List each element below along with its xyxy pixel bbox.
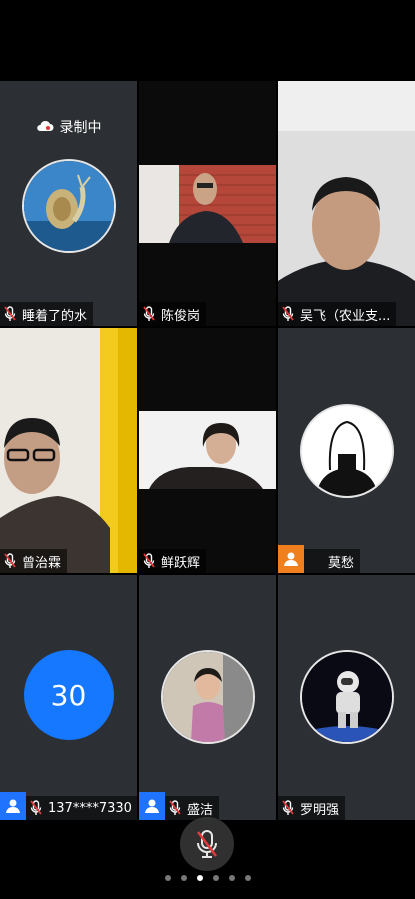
mic-muted-icon bbox=[282, 306, 294, 321]
participant-tile-5[interactable]: 鲜跃辉 bbox=[139, 328, 276, 573]
participant-name: 罗明强 bbox=[300, 802, 340, 818]
recording-indicator: 录制中 bbox=[0, 117, 137, 137]
mic-muted-icon bbox=[143, 306, 155, 321]
page-indicator bbox=[0, 875, 415, 881]
participant-name-tag: 137****7330 bbox=[26, 796, 137, 820]
host-badge bbox=[139, 792, 165, 820]
participant-name-tag: 曾治霖 bbox=[0, 549, 68, 573]
avatar-initials: 30 bbox=[50, 678, 87, 712]
mic-muted-icon bbox=[30, 800, 42, 815]
participant-name-tag: 睡着了的水 bbox=[0, 302, 94, 326]
host-badge bbox=[278, 545, 304, 573]
video-feed bbox=[139, 411, 276, 489]
video-feed bbox=[0, 328, 137, 573]
recording-label: 录制中 bbox=[59, 120, 102, 136]
video-feed bbox=[278, 81, 415, 326]
participant-tile-8[interactable]: 盛洁 bbox=[139, 575, 276, 820]
mic-muted-icon bbox=[197, 830, 217, 858]
participant-name: 137****7330 bbox=[48, 800, 132, 816]
avatar bbox=[160, 650, 255, 744]
participant-name: 鲜跃辉 bbox=[161, 555, 201, 571]
mute-toggle-button[interactable] bbox=[180, 817, 234, 871]
mic-muted-icon bbox=[4, 553, 16, 568]
cloud-icon bbox=[36, 120, 54, 136]
participant-name-tag: 莫愁 bbox=[304, 549, 361, 573]
snail-avatar-image bbox=[23, 161, 114, 251]
page-dot[interactable] bbox=[212, 875, 219, 881]
participant-name: 曾治霖 bbox=[22, 555, 62, 571]
host-badge bbox=[0, 792, 26, 820]
user-icon bbox=[6, 799, 20, 813]
avatar bbox=[299, 650, 394, 744]
mic-muted-icon bbox=[143, 553, 155, 568]
page-dot[interactable] bbox=[244, 875, 251, 881]
participant-tile-7[interactable]: 30 137****7330 bbox=[0, 575, 137, 820]
participant-tile-9[interactable]: 罗明强 bbox=[278, 575, 415, 820]
page-dot[interactable] bbox=[180, 875, 187, 881]
video-feed bbox=[139, 165, 276, 243]
mic-muted-icon bbox=[4, 306, 16, 321]
mic-muted-icon bbox=[169, 800, 181, 815]
astronaut-avatar-image bbox=[301, 652, 392, 742]
participant-name-tag: 吴飞（农业支... bbox=[278, 302, 397, 326]
participant-name: 吴飞（农业支... bbox=[300, 308, 391, 324]
page-dot[interactable] bbox=[228, 875, 235, 881]
page-dot-active[interactable] bbox=[196, 875, 203, 881]
participant-name: 睡着了的水 bbox=[22, 308, 88, 324]
avatar: 30 bbox=[23, 650, 114, 740]
participant-tile-4[interactable]: 曾治霖 bbox=[0, 328, 137, 573]
participant-name: 莫愁 bbox=[328, 555, 355, 571]
participant-tile-3[interactable]: 吴飞（农业支... bbox=[278, 81, 415, 326]
participant-tile-6[interactable]: 莫愁 bbox=[278, 328, 415, 573]
participant-tile-1[interactable]: 录制中 睡着了的水 bbox=[0, 81, 137, 326]
user-icon bbox=[284, 552, 298, 566]
participant-tile-2[interactable]: 陈俊岗 bbox=[139, 81, 276, 326]
participant-name: 陈俊岗 bbox=[161, 308, 201, 324]
page-dot[interactable] bbox=[164, 875, 171, 881]
child-photo-avatar-image bbox=[162, 652, 253, 742]
illustrated-avatar-image bbox=[301, 406, 392, 496]
participant-name-tag: 罗明强 bbox=[278, 796, 346, 820]
avatar bbox=[21, 159, 116, 253]
participant-name-tag: 鲜跃辉 bbox=[139, 549, 207, 573]
participant-name: 盛洁 bbox=[187, 802, 214, 818]
participant-grid: 录制中 睡着了的水 陈俊岗 吴飞（农业支... 曾治霖 鲜跃辉 莫愁 30 13… bbox=[0, 81, 415, 820]
participant-name-tag: 陈俊岗 bbox=[139, 302, 207, 326]
avatar bbox=[299, 404, 394, 498]
user-icon bbox=[145, 799, 159, 813]
mic-muted-icon bbox=[282, 800, 294, 815]
